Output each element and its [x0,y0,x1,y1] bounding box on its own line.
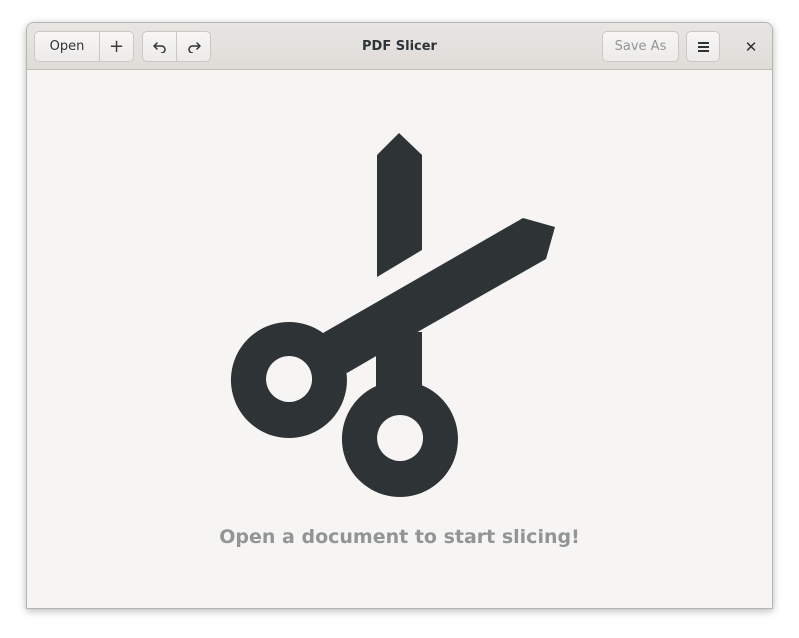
open-button-label: Open [49,39,85,54]
close-icon: ✕ [744,37,758,56]
redo-icon [187,41,201,53]
save-as-label: Save As [614,39,667,54]
add-button[interactable]: + [99,31,134,62]
close-window-button[interactable]: ✕ [734,31,768,62]
header-bar: Open + PDF Slicer Save As ✕ [27,23,772,70]
redo-button[interactable] [176,31,211,62]
main-content: Open a document to start slicing! [27,70,772,608]
open-button[interactable]: Open [34,31,100,62]
undo-button[interactable] [142,31,177,62]
plus-icon: + [108,36,125,57]
app-window: Open + PDF Slicer Save As ✕ Open a docum… [26,22,773,609]
empty-state-message: Open a document to start slicing! [219,526,580,548]
save-as-button[interactable]: Save As [602,31,679,62]
undo-icon [152,41,166,53]
hamburger-menu-icon [697,40,709,54]
main-menu-button[interactable] [686,31,720,62]
